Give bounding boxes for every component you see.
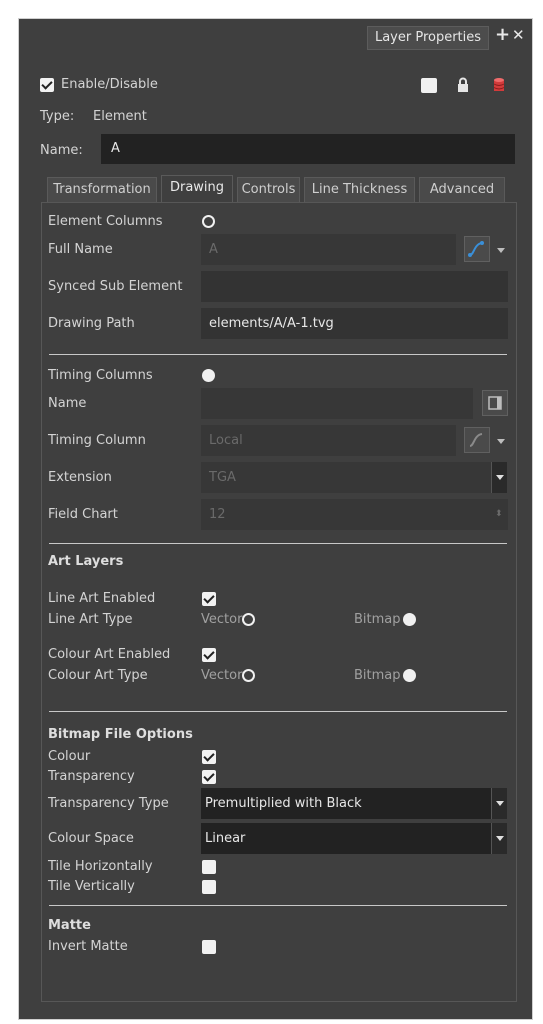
timing-columns-label: Timing Columns [48,368,153,383]
close-icon[interactable]: ✕ [512,27,526,43]
tile-horizontally-checkbox[interactable] [202,860,216,874]
drawing-path-field[interactable]: elements/A/A-1.tvg [201,308,508,339]
line-art-enabled-checkbox[interactable] [202,592,216,606]
chevron-down-icon[interactable] [491,462,507,493]
tab-controls[interactable]: Controls [237,177,300,203]
colour-art-type-label: Colour Art Type [48,668,148,683]
timing-columns-radio[interactable] [202,369,215,382]
invert-matte-label: Invert Matte [48,939,128,954]
synced-sub-element-label: Synced Sub Element [48,279,183,294]
bitmap-options-title: Bitmap File Options [48,727,193,742]
layer-name-field[interactable]: A [101,134,515,164]
drawing-path-label: Drawing Path [48,316,135,331]
line-art-vector-label: Vector [201,612,243,627]
line-art-vector-radio[interactable] [242,613,255,626]
type-value: Element [93,109,147,124]
colour-space-label: Colour Space [48,831,134,846]
field-chart-field[interactable]: 12 [201,499,508,530]
transparency-type-select[interactable]: Premultiplied with Black [201,788,491,819]
element-columns-label: Element Columns [48,214,163,229]
chevron-down-icon[interactable] [491,823,507,854]
timing-column-label: Timing Column [48,433,146,448]
colour-art-vector-label: Vector [201,668,243,683]
function-curve-disabled-icon[interactable] [464,427,490,453]
line-art-bitmap-radio[interactable] [403,613,416,626]
full-name-label: Full Name [48,242,113,257]
tile-horizontally-label: Tile Horizontally [48,859,153,874]
transparency-label: Transparency [48,769,135,784]
transparency-type-label: Transparency Type [48,796,169,811]
color-swatch-icon[interactable] [421,78,437,93]
chevron-down-icon[interactable] [497,248,505,253]
divider [49,711,507,712]
extension-select[interactable]: TGA [201,462,491,493]
colour-art-enabled-label: Colour Art Enabled [48,647,171,662]
colour-space-select[interactable]: Linear [201,823,491,854]
plus-icon[interactable]: + [495,26,510,44]
chevron-down-icon[interactable] [491,788,507,819]
chevron-down-icon[interactable] [497,439,505,444]
line-art-type-label: Line Art Type [48,612,133,627]
database-icon[interactable] [493,77,505,93]
extension-label: Extension [48,470,112,485]
type-label: Type: [40,109,75,124]
colour-art-bitmap-label: Bitmap [354,668,401,683]
enable-disable-checkbox[interactable] [40,78,54,92]
colour-art-enabled-checkbox[interactable] [202,648,216,662]
tab-transformation[interactable]: Transformation [47,177,157,203]
colour-art-vector-radio[interactable] [242,669,255,682]
enable-disable-label: Enable/Disable [61,77,158,92]
timing-column-field[interactable]: Local [201,425,456,456]
function-curve-icon[interactable] [464,236,490,262]
transparency-checkbox[interactable] [202,770,216,784]
divider [49,543,507,544]
name-label: Name: [40,143,83,158]
full-name-field[interactable]: A [201,234,456,265]
divider [49,354,507,355]
lock-icon[interactable] [457,77,469,93]
window-title-tab[interactable]: Layer Properties [367,26,489,50]
timing-column-select-icon[interactable] [482,390,508,416]
spinner-icon[interactable]: ⬍ [495,509,503,519]
timing-name-field[interactable] [201,388,473,419]
tab-advanced[interactable]: Advanced [419,177,505,203]
bitmap-colour-checkbox[interactable] [202,750,216,764]
bitmap-colour-label: Colour [48,749,91,764]
invert-matte-checkbox[interactable] [202,940,216,954]
tile-vertically-label: Tile Vertically [48,879,135,894]
colour-art-bitmap-radio[interactable] [403,669,416,682]
divider [49,905,507,906]
matte-title: Matte [48,918,91,933]
tab-line-thickness[interactable]: Line Thickness [304,177,415,203]
timing-name-label: Name [48,396,87,411]
line-art-enabled-label: Line Art Enabled [48,591,156,606]
line-art-bitmap-label: Bitmap [354,612,401,627]
element-columns-radio[interactable] [202,215,215,228]
synced-sub-element-field[interactable] [201,271,508,302]
art-layers-title: Art Layers [48,554,124,569]
tab-drawing[interactable]: Drawing [161,175,233,203]
field-chart-label: Field Chart [48,507,118,522]
layer-properties-window: Layer Properties + ✕ Enable/Disable Type… [18,18,533,1020]
tile-vertically-checkbox[interactable] [202,880,216,894]
